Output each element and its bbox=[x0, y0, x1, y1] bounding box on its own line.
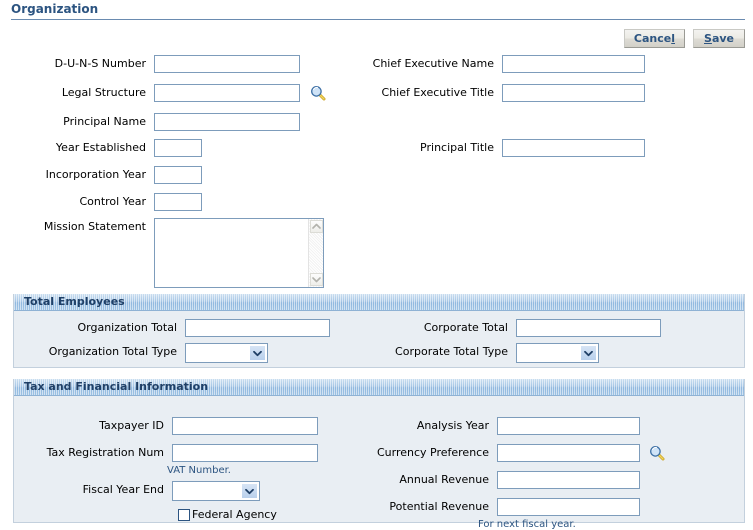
mission-statement-textarea[interactable] bbox=[154, 218, 324, 288]
analysis-year-input[interactable] bbox=[497, 417, 640, 435]
corporate-total-type-select[interactable] bbox=[516, 343, 599, 363]
total-employees-body: Organization Total Organization Total Ty… bbox=[14, 311, 744, 367]
taxpayer-id-input[interactable] bbox=[172, 417, 318, 435]
annual-revenue-input[interactable] bbox=[497, 471, 640, 489]
analysis-year-label: Analysis Year bbox=[416, 419, 489, 432]
tax-registration-num-input[interactable] bbox=[172, 444, 318, 462]
page-title: Organization bbox=[11, 2, 99, 16]
field-year-established: Year Established bbox=[0, 139, 202, 157]
potential-revenue-hint: For next fiscal year. bbox=[478, 519, 576, 530]
currency-preference-input[interactable] bbox=[497, 444, 640, 462]
tax-registration-num-label: Tax Registration Num bbox=[46, 446, 164, 459]
tax-financial-section: Tax and Financial Information Taxpayer I… bbox=[13, 379, 745, 530]
legal-structure-input[interactable] bbox=[154, 84, 300, 102]
chief-executive-name-label: Chief Executive Name bbox=[372, 57, 494, 70]
organization-total-type-label: Organization Total Type bbox=[48, 345, 177, 358]
tax-registration-num-hint: VAT Number. bbox=[167, 465, 231, 476]
federal-agency-checkbox[interactable] bbox=[178, 508, 190, 521]
organization-total-type-select[interactable] bbox=[185, 343, 268, 363]
chevron-down-icon[interactable] bbox=[241, 483, 258, 499]
cancel-button[interactable]: Cancel bbox=[623, 29, 685, 48]
field-legal-structure: Legal Structure bbox=[0, 84, 326, 102]
year-established-label: Year Established bbox=[55, 141, 146, 154]
save-button-label: ave bbox=[711, 32, 734, 45]
principal-title-label: Principal Title bbox=[420, 141, 494, 154]
field-principal-title: Principal Title bbox=[346, 139, 645, 157]
chief-executive-title-label: Chief Executive Title bbox=[381, 86, 494, 99]
save-button-accesskey: S bbox=[704, 32, 712, 45]
action-button-bar: Cancel Save bbox=[623, 29, 745, 48]
legal-structure-label: Legal Structure bbox=[61, 86, 146, 99]
federal-agency-label: Federal Agency bbox=[192, 508, 277, 521]
field-taxpayer-id: Taxpayer ID bbox=[1, 417, 318, 435]
field-chief-executive-name: Chief Executive Name bbox=[346, 55, 645, 73]
principal-name-input[interactable] bbox=[154, 113, 300, 131]
annual-revenue-label: Annual Revenue bbox=[399, 473, 489, 486]
title-divider bbox=[11, 19, 745, 20]
field-principal-name: Principal Name bbox=[0, 113, 300, 131]
chief-executive-name-input[interactable] bbox=[502, 55, 645, 73]
chevron-down-icon[interactable] bbox=[310, 273, 323, 286]
search-lov-icon[interactable] bbox=[649, 445, 665, 461]
search-lov-icon[interactable] bbox=[310, 85, 326, 101]
year-established-input[interactable] bbox=[154, 139, 202, 157]
chevron-down-icon[interactable] bbox=[580, 345, 597, 361]
field-analysis-year: Analysis Year bbox=[334, 417, 640, 435]
tax-financial-body: Taxpayer ID Tax Registration Num VAT Num… bbox=[14, 396, 744, 530]
total-employees-header: Total Employees bbox=[14, 294, 744, 311]
cancel-button-label: Cance bbox=[633, 32, 672, 45]
corporate-total-label: Corporate Total bbox=[423, 321, 508, 334]
organization-region: D-U-N-S Number Legal Structure Principal… bbox=[0, 48, 753, 292]
field-organization-total: Organization Total bbox=[1, 319, 330, 337]
field-control-year: Control Year bbox=[0, 193, 202, 211]
control-year-input[interactable] bbox=[154, 193, 202, 211]
fiscal-year-end-select[interactable] bbox=[172, 481, 260, 501]
field-fiscal-year-end: Fiscal Year End bbox=[1, 481, 260, 501]
duns-number-label: D-U-N-S Number bbox=[54, 57, 146, 70]
principal-name-label: Principal Name bbox=[63, 115, 146, 128]
total-employees-section: Total Employees Organization Total Organ… bbox=[13, 294, 745, 368]
incorporation-year-label: Incorporation Year bbox=[45, 168, 146, 181]
organization-total-input[interactable] bbox=[185, 319, 330, 337]
field-corporate-total: Corporate Total bbox=[347, 319, 661, 337]
tax-financial-header: Tax and Financial Information bbox=[14, 379, 744, 396]
chevron-down-icon[interactable] bbox=[249, 345, 266, 361]
field-federal-agency[interactable]: Federal Agency bbox=[178, 508, 277, 521]
field-tax-registration-num: Tax Registration Num bbox=[1, 444, 318, 462]
field-mission-statement: Mission Statement bbox=[0, 218, 324, 288]
fiscal-year-end-label: Fiscal Year End bbox=[82, 483, 164, 496]
page-header: Organization bbox=[0, 0, 753, 22]
field-duns-number: D-U-N-S Number bbox=[0, 55, 300, 73]
duns-number-input[interactable] bbox=[154, 55, 300, 73]
corporate-total-type-label: Corporate Total Type bbox=[395, 345, 508, 358]
field-chief-executive-title: Chief Executive Title bbox=[346, 84, 645, 102]
control-year-label: Control Year bbox=[79, 195, 146, 208]
mission-statement-scrollbar[interactable] bbox=[308, 219, 323, 287]
mission-statement-label: Mission Statement bbox=[43, 220, 146, 233]
field-potential-revenue: Potential Revenue bbox=[334, 498, 640, 516]
corporate-total-input[interactable] bbox=[516, 319, 661, 337]
save-button[interactable]: Save bbox=[693, 29, 745, 48]
principal-title-input[interactable] bbox=[502, 139, 645, 157]
chevron-up-icon[interactable] bbox=[310, 220, 323, 233]
field-organization-total-type: Organization Total Type bbox=[1, 343, 268, 363]
field-corporate-total-type: Corporate Total Type bbox=[347, 343, 599, 363]
organization-total-label: Organization Total bbox=[77, 321, 177, 334]
field-currency-preference: Currency Preference bbox=[334, 444, 665, 462]
potential-revenue-label: Potential Revenue bbox=[389, 500, 489, 513]
field-annual-revenue: Annual Revenue bbox=[334, 471, 640, 489]
field-incorporation-year: Incorporation Year bbox=[0, 166, 202, 184]
taxpayer-id-label: Taxpayer ID bbox=[99, 419, 164, 432]
chief-executive-title-input[interactable] bbox=[502, 84, 645, 102]
potential-revenue-input[interactable] bbox=[497, 498, 640, 516]
currency-preference-label: Currency Preference bbox=[376, 446, 489, 459]
incorporation-year-input[interactable] bbox=[154, 166, 202, 184]
cancel-button-accesskey: l bbox=[671, 32, 675, 45]
